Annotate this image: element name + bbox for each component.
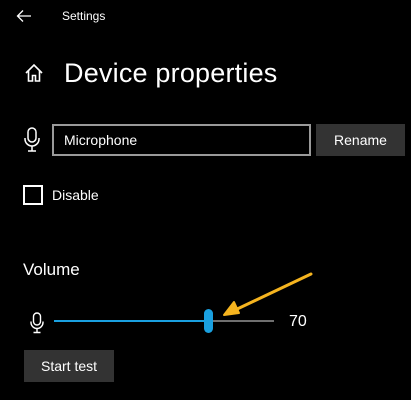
slider-fill xyxy=(54,320,208,322)
page-title: Device properties xyxy=(64,58,278,88)
rename-button[interactable]: Rename xyxy=(316,124,405,156)
volume-heading: Volume xyxy=(23,260,80,279)
microphone-icon xyxy=(30,312,44,334)
disable-label: Disable xyxy=(52,187,99,203)
settings-window: Settings Device properties Rename Disabl… xyxy=(0,0,411,400)
window-title: Settings xyxy=(62,9,106,23)
back-arrow-icon xyxy=(16,10,31,22)
slider-thumb[interactable] xyxy=(204,309,213,333)
home-icon xyxy=(25,63,43,82)
device-name-input[interactable] xyxy=(52,124,311,156)
microphone-icon xyxy=(24,127,40,152)
annotation-arrow-icon xyxy=(223,272,313,316)
back-button[interactable] xyxy=(12,2,36,30)
start-test-button[interactable]: Start test xyxy=(24,350,114,382)
disable-checkbox[interactable] xyxy=(23,185,43,205)
